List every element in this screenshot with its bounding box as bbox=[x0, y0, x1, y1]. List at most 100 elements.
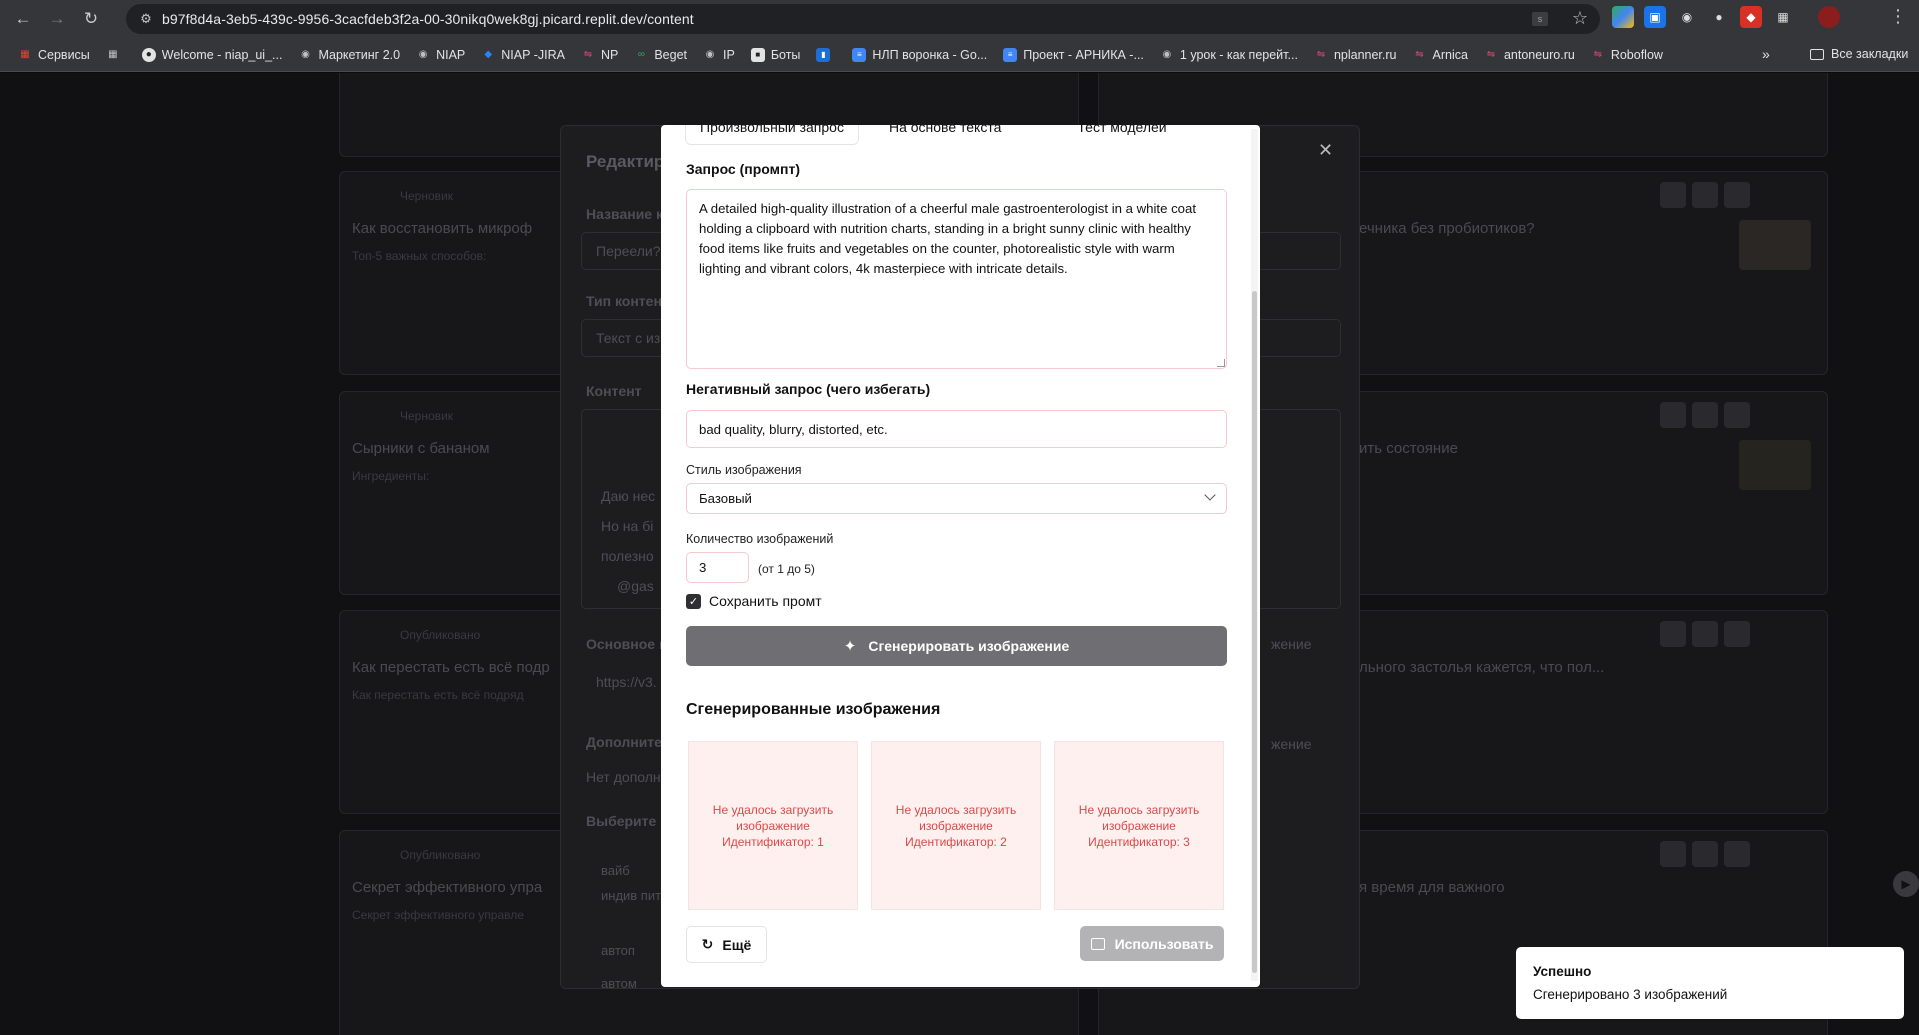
card-title: ить состояние bbox=[1359, 440, 1458, 457]
edit-action-icon[interactable] bbox=[1660, 621, 1686, 647]
bookmark-item[interactable]: ⇋ nplanner.ru bbox=[1314, 48, 1397, 62]
bookmark-item[interactable]: ◉ IP bbox=[703, 48, 735, 62]
generated-image-tile[interactable]: Не удалось загрузить изображение Идентиф… bbox=[688, 741, 858, 910]
generated-image-tile[interactable]: Не удалось загрузить изображение Идентиф… bbox=[871, 741, 1041, 910]
tab-custom-prompt[interactable]: Произвольный запрос bbox=[685, 125, 859, 145]
bookmark-item[interactable]: ⇋ Roboflow bbox=[1591, 48, 1663, 62]
count-input[interactable]: 3 bbox=[686, 552, 749, 583]
editor-side-button[interactable]: жение bbox=[1271, 736, 1312, 752]
folder-icon bbox=[1810, 48, 1824, 60]
beget-icon: ∞ bbox=[637, 49, 645, 60]
reload-icon[interactable]: ↻ bbox=[76, 4, 106, 34]
bookmark-item[interactable]: ◆ NIAP -JIRA bbox=[481, 48, 565, 62]
bookmark-item[interactable]: ■ Боты bbox=[750, 47, 800, 62]
jira-icon: ◆ bbox=[484, 49, 493, 60]
share-action-icon[interactable] bbox=[1724, 402, 1750, 428]
image-error-line: Не удалось загрузить bbox=[895, 802, 1017, 817]
extension-puzzle-icon[interactable]: ● bbox=[1708, 6, 1730, 28]
extension-camera-icon[interactable]: ◉ bbox=[1676, 6, 1698, 28]
edit-action-icon[interactable] bbox=[1660, 841, 1686, 867]
address-url[interactable]: b97f8d4a-3eb5-439c-9956-3cacfdeb3f2a-00-… bbox=[162, 11, 694, 27]
copy-action-icon[interactable] bbox=[1692, 182, 1718, 208]
prompt-textarea[interactable]: A detailed high-quality illustration of … bbox=[686, 189, 1227, 369]
bookmark-item[interactable]: ⇋ antoneuro.ru bbox=[1484, 48, 1575, 62]
use-image-button[interactable]: Использовать bbox=[1080, 926, 1224, 961]
editor-check-label[interactable]: автоп bbox=[601, 943, 635, 958]
card-title: льного застолья кажется, что пол... bbox=[1359, 659, 1605, 676]
bookmark-item[interactable]: ◉ NIAP bbox=[416, 48, 466, 62]
editor-content-line: @gas bbox=[617, 578, 654, 594]
tab-model-test[interactable]: Тест моделей bbox=[1077, 125, 1166, 145]
globe-icon: ◉ bbox=[705, 49, 715, 60]
extension-screen-icon[interactable]: ▣ bbox=[1644, 6, 1666, 28]
bookmark-item[interactable]: ◉ Маркетинг 2.0 bbox=[298, 48, 400, 62]
profile-avatar-icon[interactable] bbox=[1818, 6, 1840, 28]
back-arrow-icon[interactable]: ← bbox=[8, 4, 38, 34]
editor-content-line: Даю нес bbox=[601, 488, 656, 504]
editor-image-url: https://v3. bbox=[596, 674, 657, 690]
save-prompt-checkbox-row[interactable]: ✓ Сохранить промт bbox=[686, 593, 822, 609]
site-settings-icon[interactable]: ⚙ bbox=[132, 11, 160, 27]
editor-close-icon[interactable]: ✕ bbox=[1318, 140, 1333, 161]
address-bar[interactable]: ⚙ b97f8d4a-3eb5-439c-9956-3cacfdeb3f2a-0… bbox=[126, 4, 1600, 34]
editor-choose-label: Выберите к bbox=[586, 813, 668, 829]
bookmark-item[interactable]: ● Welcome - niap_ui_... bbox=[141, 47, 282, 62]
image-error-message: Не удалось загрузить изображение Идентиф… bbox=[896, 802, 1016, 850]
negative-prompt-label: Негативный запрос (чего избегать) bbox=[686, 381, 931, 397]
bookmark-item[interactable]: ≡ НЛП воронка - Go... bbox=[852, 47, 987, 62]
editor-side-button[interactable]: жение bbox=[1271, 636, 1312, 652]
bookmark-item[interactable]: ⇋ NP bbox=[581, 48, 619, 62]
side-play-icon[interactable]: ▶ bbox=[1893, 871, 1919, 897]
bookmark-item[interactable]: ≡ Проект - АРНИКА -... bbox=[1003, 47, 1144, 62]
more-button-label: Ещё bbox=[722, 936, 752, 953]
github-icon: ● bbox=[141, 47, 156, 62]
extension-red-icon[interactable]: ◆ bbox=[1740, 6, 1762, 28]
toast-title: Успешно bbox=[1533, 964, 1592, 979]
generated-image-tile[interactable]: Не удалось загрузить изображение Идентиф… bbox=[1054, 741, 1224, 910]
all-bookmarks[interactable]: Все закладки bbox=[1810, 47, 1908, 61]
checkbox-checked-icon[interactable]: ✓ bbox=[686, 593, 701, 609]
image-error-line: изображение bbox=[919, 818, 993, 833]
bookmark-item[interactable]: ⇋ Arnica bbox=[1413, 48, 1468, 62]
style-select[interactable]: Базовый bbox=[686, 483, 1227, 514]
tab-from-text[interactable]: На основе текста bbox=[889, 125, 1001, 145]
globe-icon: ◉ bbox=[418, 49, 428, 60]
bookmark-item[interactable]: ▦ Сервисы bbox=[18, 48, 90, 62]
share-action-icon[interactable] bbox=[1724, 182, 1750, 208]
bookmarks-overflow-icon[interactable]: » bbox=[1762, 46, 1770, 62]
extension-badge[interactable]: s bbox=[1532, 12, 1548, 26]
edit-action-icon[interactable] bbox=[1660, 182, 1686, 208]
dialog-scrollbar-thumb[interactable] bbox=[1252, 291, 1257, 973]
bookmark-item[interactable]: ◉ 1 урок - как перейт... bbox=[1160, 48, 1298, 62]
editor-check-label[interactable]: вайб bbox=[601, 863, 630, 878]
browser-menu-icon[interactable]: ⋮ bbox=[1889, 6, 1907, 27]
copy-action-icon[interactable] bbox=[1692, 841, 1718, 867]
editor-name-value: Переели? bbox=[596, 243, 661, 259]
forward-arrow-icon[interactable]: → bbox=[42, 4, 72, 34]
image-generation-dialog: Произвольный запрос На основе текста Тес… bbox=[661, 125, 1260, 987]
tab-icon: ⇋ bbox=[1415, 49, 1424, 60]
more-button[interactable]: ↻ Ещё bbox=[686, 926, 767, 963]
chevron-down-icon bbox=[1204, 489, 1216, 501]
copy-action-icon[interactable] bbox=[1692, 621, 1718, 647]
editor-check-label[interactable]: автом bbox=[601, 976, 637, 991]
edit-action-icon[interactable] bbox=[1660, 402, 1686, 428]
resize-grip-icon[interactable] bbox=[1217, 359, 1225, 367]
bookmark-item[interactable]: ∞ Beget bbox=[634, 48, 687, 62]
image-error-line: Не удалось загрузить bbox=[712, 802, 834, 817]
success-toast[interactable]: Успешно Сгенерировано 3 изображений bbox=[1516, 947, 1904, 1019]
count-label: Количество изображений bbox=[686, 532, 834, 546]
negative-prompt-input[interactable]: bad quality, blurry, distorted, etc. bbox=[686, 410, 1227, 448]
bookmark-star-icon[interactable]: ☆ bbox=[1572, 8, 1588, 29]
bookmark-item[interactable]: ▦ bbox=[106, 48, 126, 62]
tab-icon: ⇋ bbox=[1486, 49, 1496, 60]
bookmark-item[interactable]: ▮ bbox=[816, 47, 836, 62]
copy-action-icon[interactable] bbox=[1692, 402, 1718, 428]
extension-color-icon[interactable] bbox=[1612, 6, 1634, 28]
extensions-menu-icon[interactable]: ▦ bbox=[1772, 6, 1794, 28]
share-action-icon[interactable] bbox=[1724, 841, 1750, 867]
generate-image-button[interactable]: ✦ Сгенерировать изображение bbox=[686, 626, 1227, 666]
save-prompt-label[interactable]: Сохранить промт bbox=[709, 593, 822, 609]
share-action-icon[interactable] bbox=[1724, 621, 1750, 647]
sparkles-icon: ✦ bbox=[843, 638, 857, 655]
